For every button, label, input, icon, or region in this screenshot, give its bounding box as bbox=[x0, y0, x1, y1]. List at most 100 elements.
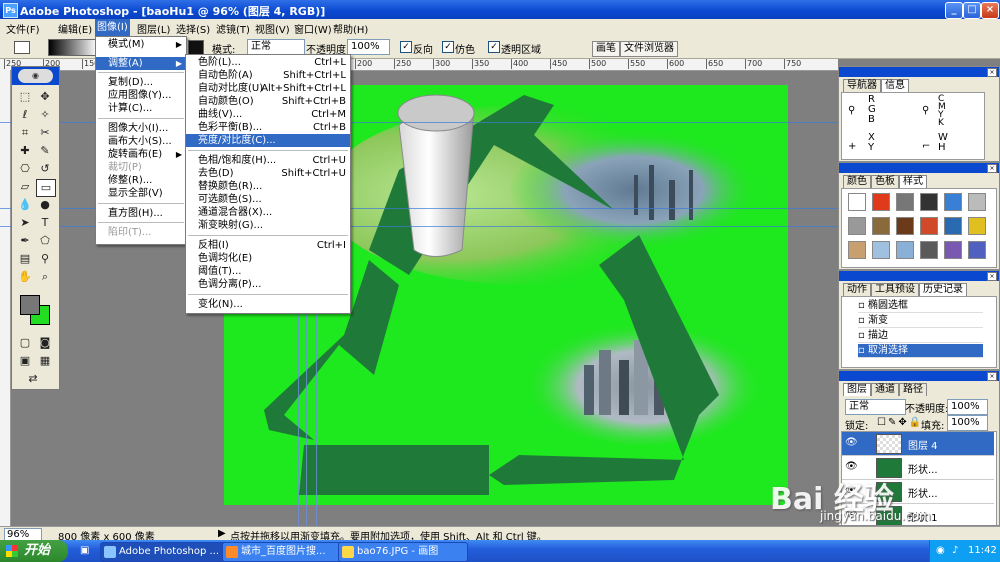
minimize-button[interactable]: _ bbox=[945, 2, 963, 19]
menu-filter[interactable]: 滤镜(T) bbox=[216, 21, 250, 36]
adjust-menu-item[interactable]: 色彩平衡(B)... Ctrl+B bbox=[186, 121, 350, 134]
pen-tool-icon[interactable]: ✒ bbox=[16, 233, 34, 249]
healing-brush-icon[interactable]: ✚ bbox=[16, 143, 34, 159]
adjust-menu-item[interactable]: 阈值(T)... bbox=[186, 265, 350, 278]
adjust-menu-item[interactable]: 色调分离(P)... bbox=[186, 278, 350, 291]
shape-tool-icon[interactable]: ⬠ bbox=[36, 233, 54, 249]
adjust-menu-item[interactable]: 色阶(L)... Ctrl+L bbox=[186, 56, 350, 69]
task-browser[interactable]: 城市_百度图片搜... bbox=[222, 542, 352, 562]
quickmask-mode-icon[interactable]: ◙ bbox=[36, 335, 54, 351]
adjust-menu-item[interactable]: 色相/饱和度(H)... Ctrl+U bbox=[186, 154, 350, 167]
tab-styles[interactable]: 样式 bbox=[899, 175, 927, 188]
task-paint[interactable]: bao76.JPG - 画图 bbox=[338, 542, 468, 562]
image-menu-item[interactable]: 旋转画布(E) ▶ bbox=[96, 148, 186, 161]
menu-layer[interactable]: 图层(L) bbox=[137, 21, 170, 36]
menu-help[interactable]: 帮助(H) bbox=[333, 21, 368, 36]
tab-swatches[interactable]: 色板 bbox=[871, 175, 899, 188]
foreground-color-swatch[interactable] bbox=[20, 295, 40, 315]
start-button[interactable]: 开始 bbox=[0, 540, 68, 562]
reverse-checkbox[interactable]: ✓ bbox=[400, 41, 412, 53]
magic-wand-icon[interactable]: ✧ bbox=[36, 107, 54, 123]
file-browser-tab[interactable]: 文件浏览器 bbox=[620, 41, 678, 57]
tab-tool-presets[interactable]: 工具预设 bbox=[871, 283, 919, 296]
adjust-menu-item[interactable]: 通道混合器(X)... bbox=[186, 206, 350, 219]
visibility-eye-icon[interactable]: 👁 bbox=[845, 437, 858, 448]
fullscreen-mode-icon[interactable]: ▦ bbox=[36, 353, 54, 369]
adjust-menu-item[interactable]: 反相(I) Ctrl+I bbox=[186, 239, 350, 252]
menu-image[interactable]: 图像(I) bbox=[95, 19, 130, 36]
adjust-menu-item[interactable]: 色调均化(E) bbox=[186, 252, 350, 265]
tab-paths[interactable]: 路径 bbox=[899, 383, 927, 396]
style-swatch[interactable] bbox=[896, 193, 914, 211]
gradient-tool-icon[interactable] bbox=[14, 41, 30, 54]
screen-mode-icon[interactable]: ▣ bbox=[16, 353, 34, 369]
image-menu-item[interactable]: 应用图像(Y)... bbox=[96, 89, 186, 102]
history-brush-icon[interactable]: ↺ bbox=[36, 161, 54, 177]
panel-close-button[interactable]: × bbox=[987, 272, 997, 281]
image-menu-item[interactable]: 复制(D)... bbox=[96, 76, 186, 89]
blend-mode-select[interactable]: 正常 bbox=[845, 399, 906, 415]
tab-channels[interactable]: 通道 bbox=[871, 383, 899, 396]
stamp-tool-icon[interactable]: ⎔ bbox=[16, 161, 34, 177]
type-tool-icon[interactable]: T bbox=[36, 215, 54, 231]
tab-layers[interactable]: 图层 bbox=[843, 383, 871, 396]
maximize-button[interactable]: □ bbox=[963, 2, 981, 19]
zoom-tool-icon[interactable]: ⌕ bbox=[36, 269, 54, 285]
brush-tool-icon[interactable]: ✎ bbox=[36, 143, 54, 159]
style-swatch[interactable] bbox=[968, 193, 986, 211]
image-menu-item[interactable]: 直方图(H)... bbox=[96, 207, 186, 220]
visibility-eye-icon[interactable]: 👁 bbox=[845, 461, 858, 472]
history-state[interactable]: ▫ 描边 bbox=[858, 329, 983, 343]
style-swatch[interactable] bbox=[896, 217, 914, 235]
menu-window[interactable]: 窗口(W) bbox=[294, 21, 332, 36]
style-swatch[interactable] bbox=[848, 193, 866, 211]
standard-mode-icon[interactable]: ▢ bbox=[16, 335, 34, 351]
crop-tool-icon[interactable]: ⌗ bbox=[16, 125, 34, 141]
tray-icon[interactable]: ♪ bbox=[952, 540, 958, 562]
style-swatch[interactable] bbox=[848, 217, 866, 235]
image-menu-item[interactable]: 计算(C)... bbox=[96, 102, 186, 115]
adjust-menu-item[interactable]: 自动对比度(U) Alt+Shift+Ctrl+L bbox=[186, 82, 350, 95]
opacity-input[interactable]: 100% bbox=[347, 39, 390, 55]
blur-tool-icon[interactable]: 💧 bbox=[16, 197, 34, 213]
photoshop-eye-logo[interactable]: ◉ bbox=[18, 69, 53, 83]
style-swatch[interactable] bbox=[968, 217, 986, 235]
style-swatch[interactable] bbox=[872, 217, 890, 235]
path-select-icon[interactable]: ➤ bbox=[16, 215, 34, 231]
image-menu-item[interactable]: 显示全部(V) bbox=[96, 187, 186, 200]
dodge-tool-icon[interactable]: ● bbox=[36, 197, 54, 213]
history-state[interactable]: ▫ 椭圆选框 bbox=[858, 299, 983, 313]
menu-edit[interactable]: 编辑(E) bbox=[58, 21, 92, 36]
transparency-checkbox[interactable]: ✓ bbox=[488, 41, 500, 53]
lasso-tool-icon[interactable]: ℓ bbox=[16, 107, 34, 123]
lock-icons[interactable]: ☐✎✥🔒 bbox=[877, 417, 923, 428]
style-swatch[interactable] bbox=[872, 241, 890, 259]
panel-close-button[interactable]: × bbox=[987, 68, 997, 77]
tab-history[interactable]: 历史记录 bbox=[919, 283, 967, 296]
image-menu-item[interactable]: 图像大小(I)... bbox=[96, 122, 186, 135]
image-menu-item[interactable]: 模式(M) ▶ bbox=[96, 38, 186, 51]
style-swatch[interactable] bbox=[944, 241, 962, 259]
dither-checkbox[interactable]: ✓ bbox=[442, 41, 454, 53]
task-photoshop[interactable]: Adobe Photoshop ... bbox=[100, 542, 230, 562]
adjust-menu-item[interactable]: 渐变映射(G)... bbox=[186, 219, 350, 232]
menu-file[interactable]: 文件(F) bbox=[6, 21, 40, 36]
adjust-menu-item[interactable]: 去色(D) Shift+Ctrl+U bbox=[186, 167, 350, 180]
eraser-tool-icon[interactable]: ▱ bbox=[16, 179, 34, 195]
tab-actions[interactable]: 动作 bbox=[843, 283, 871, 296]
brushes-tab[interactable]: 画笔 bbox=[592, 41, 620, 57]
image-menu-item[interactable]: 修整(R)... bbox=[96, 174, 186, 187]
menu-view[interactable]: 视图(V) bbox=[255, 21, 290, 36]
eyedropper-icon[interactable]: ⚲ bbox=[36, 251, 54, 267]
image-menu-item[interactable]: 画布大小(S)... bbox=[96, 135, 186, 148]
mode-select[interactable]: 正常 bbox=[247, 39, 305, 55]
adjust-menu-item[interactable]: 变化(N)... bbox=[186, 298, 350, 311]
adjust-menu-item[interactable]: 曲线(V)... Ctrl+M bbox=[186, 108, 350, 121]
style-swatch[interactable] bbox=[920, 193, 938, 211]
gradient-picker[interactable] bbox=[48, 39, 98, 56]
tab-color[interactable]: 颜色 bbox=[843, 175, 871, 188]
history-state[interactable]: ▫ 渐变 bbox=[858, 314, 983, 328]
tray-icon[interactable]: ◉ bbox=[936, 540, 945, 562]
layer-fill-input[interactable]: 100% bbox=[947, 415, 988, 431]
style-swatch[interactable] bbox=[896, 241, 914, 259]
